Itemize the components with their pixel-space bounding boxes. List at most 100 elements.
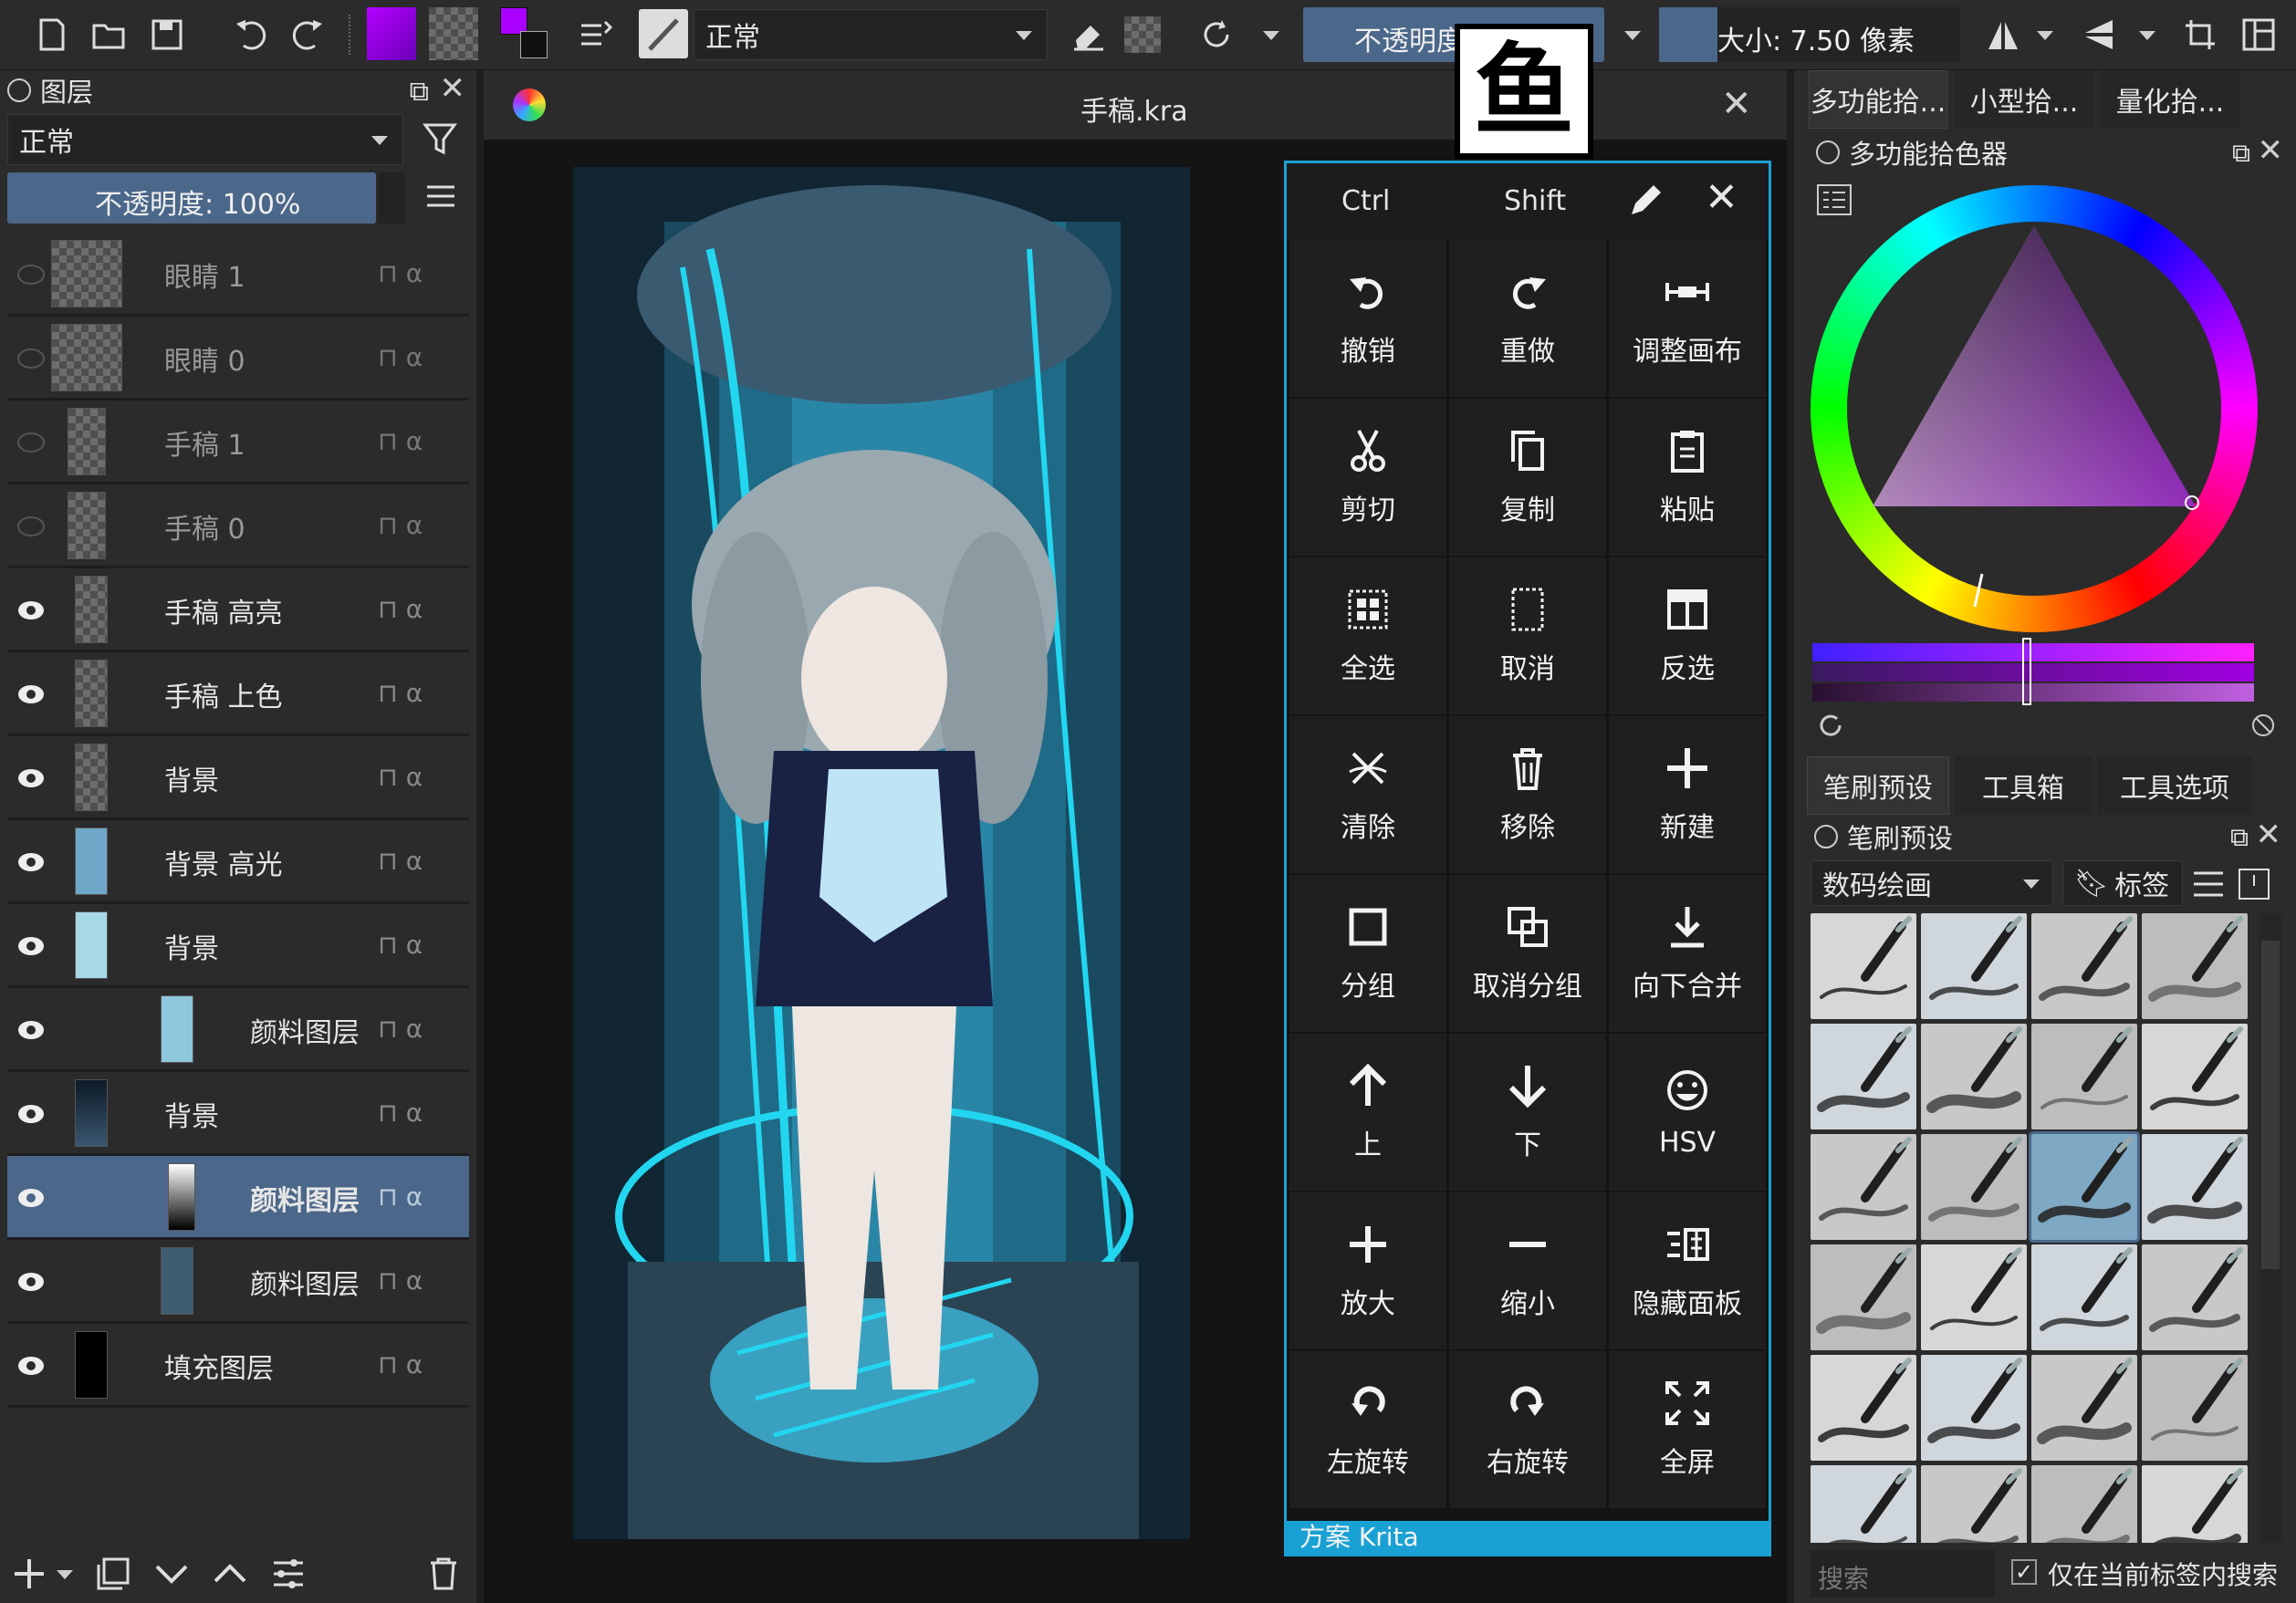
mirror-vertical-icon[interactable] (2077, 11, 2123, 58)
ctrl-modifier-button[interactable]: Ctrl (1341, 185, 1390, 217)
reload-preset-icon[interactable] (1194, 11, 1239, 58)
brush-preset[interactable] (2031, 1465, 2137, 1543)
shortcut-button-merge-down[interactable]: 向下合并 (1609, 875, 1766, 1032)
layer-properties-icons[interactable]: ⊓ α (363, 904, 469, 988)
layer-row[interactable]: 背景 ⊓ α (7, 736, 469, 820)
value-slider[interactable] (1812, 683, 2254, 702)
shortcut-button-hide-panel[interactable]: 隐藏面板 (1609, 1192, 1766, 1349)
brush-preset[interactable] (1811, 1134, 1916, 1240)
brush-preset[interactable] (2142, 1244, 2248, 1350)
close-document-icon[interactable]: ✕ (1721, 83, 1752, 125)
brush-category-select[interactable]: 数码绘画 (1811, 860, 2053, 906)
layer-menu-icon[interactable] (425, 183, 462, 214)
brush-search-input[interactable]: 搜索 (1811, 1550, 1995, 1598)
shortcut-button-arrow-up[interactable]: 上 (1289, 1034, 1446, 1191)
duplicate-layer-icon[interactable] (95, 1556, 131, 1592)
open-file-icon[interactable] (86, 11, 131, 58)
layer-properties-icons[interactable]: ⊓ α (363, 1324, 469, 1408)
layer-properties-icons[interactable]: ⊓ α (363, 988, 469, 1072)
brush-preset[interactable] (2142, 1134, 2248, 1240)
brush-preset[interactable] (2031, 1244, 2137, 1350)
shortcut-button-trash[interactable]: 移除 (1449, 716, 1606, 873)
size-slider[interactable]: 大小: 7.50 像素 (1659, 7, 1960, 62)
shortcut-button-undo[interactable]: 撤销 (1289, 240, 1446, 397)
filter-icon[interactable] (422, 120, 464, 161)
shortcut-button-fullscreen[interactable]: 全屏 (1609, 1351, 1766, 1508)
tab-palette[interactable]: 量化拾... (2101, 70, 2239, 129)
brush-preset[interactable] (1811, 913, 1916, 1019)
tab-advanced-color-selector[interactable]: 多功能拾... (1809, 70, 1947, 129)
layer-row[interactable]: 背景 ⊓ α (7, 904, 469, 988)
brush-preset[interactable] (1811, 1244, 1916, 1350)
brush-preset[interactable] (2031, 913, 2137, 1019)
mirror-horizontal-icon[interactable] (1980, 11, 2026, 58)
opacity-spin-arrows[interactable] (378, 172, 405, 224)
shortcut-button-cut[interactable]: 剪切 (1289, 399, 1446, 556)
eye-icon[interactable] (15, 846, 47, 879)
shortcut-button-rotate-right[interactable]: 右旋转 (1449, 1351, 1606, 1508)
eye-icon[interactable] (15, 1265, 47, 1298)
brush-preset[interactable] (1811, 1465, 1916, 1543)
tab-tool-options[interactable]: 工具选项 (2097, 756, 2252, 815)
layer-row[interactable]: 手稿 0 ⊓ α (7, 484, 469, 568)
blend-mode-select[interactable]: 正常 (694, 9, 1048, 60)
slider-handle[interactable] (2022, 638, 2031, 705)
tab-brush-presets[interactable]: 笔刷预设 (1807, 756, 1949, 815)
brush-preset-thumbnail-icon[interactable] (639, 9, 688, 58)
eraser-icon[interactable] (1066, 11, 1111, 58)
docker-lock-icon[interactable] (1814, 825, 1838, 848)
brush-preset[interactable] (2031, 1355, 2137, 1461)
new-file-icon[interactable] (29, 11, 75, 58)
layer-properties-icons[interactable]: ⊓ α (363, 1240, 469, 1324)
float-docker-icon[interactable]: ⧉ (2232, 138, 2250, 169)
crop-icon[interactable] (2177, 11, 2223, 58)
brush-preset[interactable] (1921, 1024, 2027, 1129)
layer-row[interactable]: 手稿 1 ⊓ α (7, 401, 469, 484)
brush-preset[interactable] (1921, 1465, 2027, 1543)
brush-preset[interactable] (2142, 1024, 2248, 1129)
layer-row[interactable]: 背景 ⊓ α (7, 1072, 469, 1156)
brush-preset[interactable] (1921, 1134, 2027, 1240)
docker-lock-icon[interactable] (7, 78, 31, 102)
brush-grid-scrollbar[interactable] (2259, 913, 2281, 1543)
layer-properties-icons[interactable]: ⊓ α (363, 317, 469, 401)
layer-properties-icons[interactable]: ⊓ α (363, 736, 469, 820)
brush-preset[interactable] (2142, 1355, 2248, 1461)
layer-row[interactable]: 填充图层 ⊓ α (7, 1324, 469, 1408)
brush-preset[interactable] (1921, 1355, 2027, 1461)
shortcut-button-select-all[interactable]: 全选 (1289, 557, 1446, 714)
layer-opacity-slider[interactable]: 不透明度: 100% (7, 172, 376, 224)
close-docker-icon[interactable]: ✕ (2258, 132, 2284, 169)
shortcut-button-paste[interactable]: 粘贴 (1609, 399, 1766, 556)
pattern-swatch[interactable] (429, 7, 478, 60)
close-docker-icon[interactable]: ✕ (440, 70, 466, 107)
layer-properties-icons[interactable]: ⊓ α (363, 1072, 469, 1156)
float-docker-icon[interactable]: ⧉ (2230, 822, 2249, 853)
save-icon[interactable] (144, 11, 190, 58)
tab-toolbox[interactable]: 工具箱 (1955, 756, 2092, 815)
brush-preset[interactable] (1921, 1244, 2027, 1350)
layer-properties-icons[interactable]: ⊓ α (363, 401, 469, 484)
eye-icon[interactable] (15, 1181, 47, 1214)
layer-properties-icons[interactable]: ⊓ α (363, 652, 469, 736)
shortcut-button-resize-canvas[interactable]: 调整画布 (1609, 240, 1766, 397)
move-layer-down-icon[interactable] (153, 1556, 190, 1592)
hue-ring[interactable] (1811, 185, 2258, 632)
brush-preset[interactable] (1811, 1355, 1916, 1461)
layer-row[interactable]: 眼睛 0 ⊓ α (7, 317, 469, 401)
eye-icon[interactable] (15, 594, 47, 627)
eye-icon[interactable] (15, 930, 47, 963)
layer-row[interactable]: 颜料图层 ⊓ α (7, 988, 469, 1072)
layer-properties-icons[interactable]: ⊓ α (363, 820, 469, 904)
search-in-tag-checkbox[interactable]: ✓ (2011, 1559, 2037, 1585)
float-docker-icon[interactable]: ⧉ (410, 76, 429, 108)
layer-properties-icons[interactable]: ⊓ α (363, 233, 469, 317)
eye-icon[interactable] (15, 762, 47, 795)
layer-properties-icons[interactable]: ⊓ α (363, 1156, 469, 1240)
color-swatches[interactable] (500, 7, 553, 60)
close-panel-icon[interactable]: ✕ (1705, 174, 1738, 221)
layer-blend-mode-select[interactable]: 正常 (7, 114, 403, 165)
eye-icon[interactable] (15, 1014, 47, 1046)
hue-slider[interactable] (1812, 643, 2254, 661)
reset-color-icon[interactable] (1814, 709, 1847, 742)
